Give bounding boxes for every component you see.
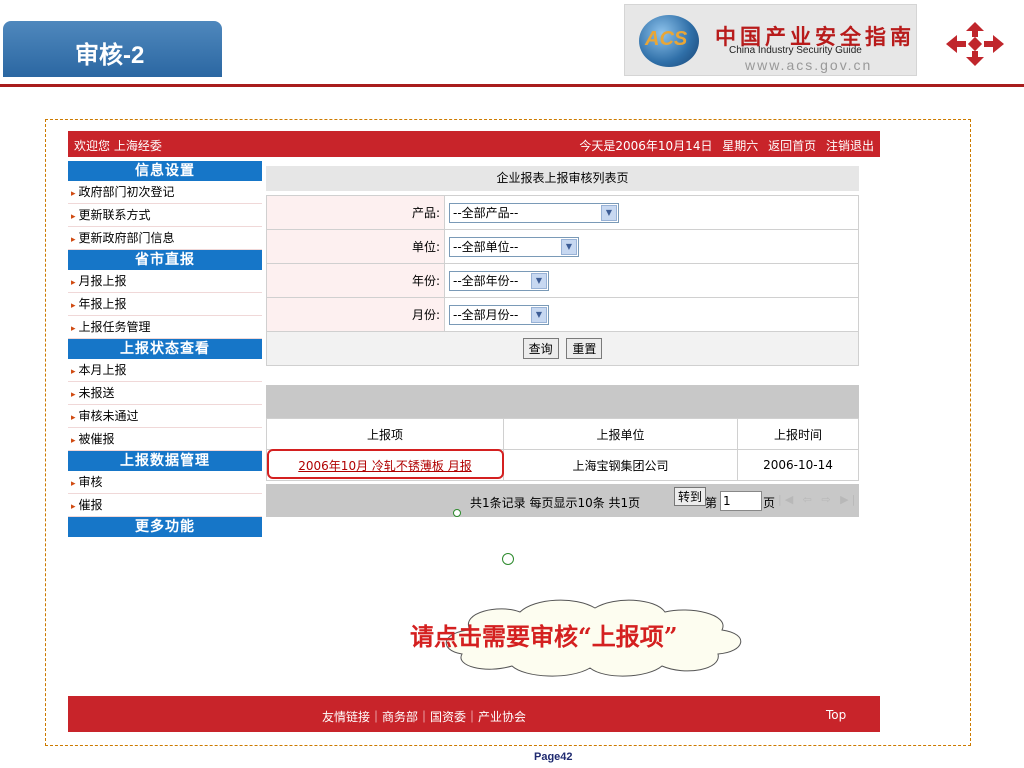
unit-select[interactable]: --全部单位-- ▼ — [449, 236, 579, 257]
back-to-top-link[interactable]: Top — [826, 708, 846, 722]
page-caption: 企业报表上报审核列表页 — [266, 166, 859, 191]
month-select[interactable]: --全部月份-- ▼ — [449, 304, 549, 325]
slide: 审核-2 ACS 中国产业安全指南 China Industry Securit… — [0, 0, 1024, 768]
globe-icon: ACS — [639, 15, 699, 67]
sidebar-item-urge[interactable]: 催报 — [68, 494, 262, 517]
pager-summary: 共1条记录 每页显示10条 共1页 — [470, 496, 641, 510]
callout-dot-small — [453, 509, 461, 517]
prev-page-icon[interactable]: ⇦ — [803, 493, 815, 506]
logo-url: www.acs.gov.cn — [745, 57, 873, 73]
col-header-time: 上报时间 — [737, 418, 859, 450]
col-header-unit: 上报单位 — [503, 418, 738, 450]
sidebar-item-monthly-report[interactable]: 月报上报 — [68, 270, 262, 293]
last-page-icon[interactable]: ▶| — [840, 493, 858, 506]
unit-label: 单位: — [266, 229, 445, 264]
filter-form: 产品: --全部产品-- ▼ 单位: --全部单位-- ▼ 年份: --全部年份--… — [266, 195, 859, 332]
results-header-band — [266, 385, 859, 418]
goto-button[interactable]: 转到 — [674, 487, 707, 506]
col-header-item: 上报项 — [266, 418, 504, 450]
chevron-down-icon: ▼ — [561, 238, 577, 255]
unit-select-value: --全部单位-- — [453, 240, 519, 254]
chevron-down-icon: ▼ — [531, 306, 547, 323]
query-button[interactable]: 查询 — [522, 338, 559, 359]
sidebar-item-review[interactable]: 审核 — [68, 471, 262, 494]
weekday-text: 星期六 — [722, 139, 759, 153]
sidebar-section-more[interactable]: 更多功能 — [68, 517, 262, 537]
callout-dot-large — [502, 553, 514, 565]
sidebar-section-report-status[interactable]: 上报状态查看 — [68, 339, 262, 359]
sidebar-item-urged[interactable]: 被催报 — [68, 428, 262, 451]
pager-nav: |◀ ⇦ ⇨ ▶| — [778, 493, 858, 506]
chevron-down-icon: ▼ — [531, 272, 547, 289]
pager: 共1条记录 每页显示10条 共1页 转到 第 1 页 |◀ ⇦ ⇨ ▶| — [266, 484, 859, 517]
date-text: 今天是2006年10月14日 — [579, 139, 713, 153]
sidebar: 信息设置 政府部门初次登记 更新联系方式 更新政府部门信息 省市直报 月报上报 … — [68, 161, 262, 537]
sidebar-section-info-settings[interactable]: 信息设置 — [68, 161, 262, 181]
sidebar-item-update-gov-info[interactable]: 更新政府部门信息 — [68, 227, 262, 250]
year-select-value: --全部年份-- — [453, 274, 519, 288]
sidebar-section-direct-report[interactable]: 省市直报 — [68, 250, 262, 270]
slide-title: 审核-2 — [75, 42, 145, 69]
year-select[interactable]: --全部年份-- ▼ — [449, 270, 549, 291]
acs-logo: ACS 中国产业安全指南 China Industry Security Gui… — [624, 4, 917, 76]
logout-link[interactable]: 注销退出 — [826, 139, 874, 153]
sidebar-item-task-management[interactable]: 上报任务管理 — [68, 316, 262, 339]
sidebar-item-annual-report[interactable]: 年报上报 — [68, 293, 262, 316]
product-label: 产品: — [266, 195, 445, 230]
first-page-icon[interactable]: |◀ — [778, 493, 796, 506]
slide-title-box: 审核-2 — [3, 21, 222, 77]
year-label: 年份: — [266, 263, 445, 298]
report-time-cell: 2006-10-14 — [737, 449, 859, 481]
sidebar-item-gov-register[interactable]: 政府部门初次登记 — [68, 181, 262, 204]
top-bar-right: 今天是2006年10月14日 星期六 返回首页 注销退出 — [573, 137, 874, 154]
table-header-row: 上报项 上报单位 上报时间 — [266, 418, 859, 450]
sidebar-item-this-month[interactable]: 本月上报 — [68, 359, 262, 382]
acs-badge: ACS — [645, 28, 688, 50]
footer-links[interactable]: 友情链接｜商务部｜国资委｜产业协会 — [322, 708, 526, 725]
sidebar-item-review-failed[interactable]: 审核未通过 — [68, 405, 262, 428]
page-prefix: 第 — [705, 496, 718, 510]
sidebar-section-data-management[interactable]: 上报数据管理 — [68, 451, 262, 471]
home-link[interactable]: 返回首页 — [768, 139, 816, 153]
report-unit-cell: 上海宝钢集团公司 — [503, 449, 738, 481]
page-suffix: 页 — [763, 496, 776, 510]
logo-english-name: China Industry Security Guide — [729, 45, 862, 56]
month-select-value: --全部月份-- — [453, 308, 519, 322]
top-bar: 欢迎您 上海经委 今天是2006年10月14日 星期六 返回首页 注销退出 — [68, 131, 880, 157]
product-select[interactable]: --全部产品-- ▼ — [449, 202, 619, 223]
next-page-icon[interactable]: ⇨ — [821, 493, 833, 506]
header-divider — [0, 84, 1024, 87]
footer-bar: 友情链接｜商务部｜国资委｜产业协会 Top — [68, 696, 880, 732]
product-select-value: --全部产品-- — [453, 206, 519, 220]
chevron-down-icon: ▼ — [601, 204, 617, 221]
month-label: 月份: — [266, 297, 445, 332]
callout-text: 请点击需要审核“上报项” — [410, 622, 678, 651]
page-number-input[interactable]: 1 — [720, 491, 762, 511]
sidebar-item-not-submitted[interactable]: 未报送 — [68, 382, 262, 405]
main-content: 企业报表上报审核列表页 产品: --全部产品-- ▼ 单位: --全部单位-- ▼ … — [266, 166, 859, 366]
highlight-box — [267, 449, 504, 479]
page-number: Page42 — [534, 751, 573, 763]
sidebar-item-update-contact[interactable]: 更新联系方式 — [68, 204, 262, 227]
company-emblem-icon — [946, 22, 1004, 66]
welcome-text: 欢迎您 上海经委 — [74, 139, 162, 153]
reset-button[interactable]: 重置 — [566, 338, 603, 359]
form-button-row: 查询 重置 — [266, 332, 859, 366]
